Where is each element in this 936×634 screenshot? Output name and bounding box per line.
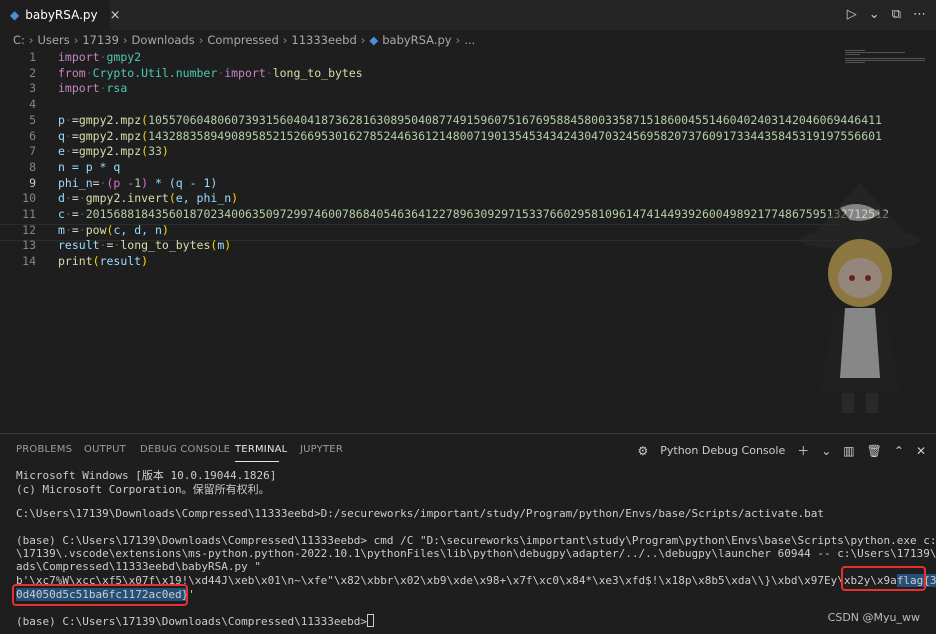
tab-output[interactable]: OUTPUT	[84, 444, 126, 455]
minimap[interactable]	[845, 50, 930, 70]
editor-tab-babyrsa[interactable]: ◆ babyRSA.py ×	[0, 0, 121, 30]
terminal-line: C:\Users\17139\Downloads\Compressed\1133…	[16, 507, 824, 520]
code-line: phi_n=·(p -1) * (q - 1)	[58, 175, 218, 190]
breadcrumb-drive[interactable]: C:	[13, 33, 25, 47]
breadcrumb-file[interactable]: babyRSA.py	[382, 33, 451, 47]
code-line: print(result)	[58, 254, 149, 269]
debug-console-icon: ⚙	[637, 443, 649, 458]
chevron-right-icon: ›	[28, 33, 34, 47]
code-line: d·=·gmpy2.invert(e, phi_n)	[58, 191, 239, 206]
code-line: q·=gmpy2.mpz(143288358949089585215266953…	[58, 128, 882, 143]
breadcrumb-downloads[interactable]: Downloads	[132, 33, 195, 47]
code-line: import·rsa	[58, 81, 128, 96]
run-icon[interactable]: ▷	[847, 7, 857, 22]
line-number: 13	[22, 238, 36, 253]
breadcrumb-compressed[interactable]: Compressed	[207, 33, 278, 47]
chevron-right-icon: ›	[198, 33, 204, 47]
code-line: from·Crypto.Util.number·import·long_to_b…	[58, 65, 363, 80]
chevron-right-icon: ›	[360, 33, 366, 47]
breadcrumb-folder[interactable]: 11333eebd	[291, 33, 356, 47]
chevron-up-icon[interactable]: ⌃	[894, 444, 904, 458]
chevron-right-icon: ›	[122, 33, 128, 47]
code-line: p·=gmpy2.mpz(105570604806073931560404187…	[58, 112, 882, 127]
close-panel-icon[interactable]: ✕	[916, 444, 926, 458]
code-line: e·=gmpy2.mpz(33)	[58, 144, 169, 159]
terminal-line: (c) Microsoft Corporation。保留所有权利。	[16, 483, 270, 496]
run-dropdown-icon[interactable]: ⌄	[869, 7, 880, 22]
code-line: import·gmpy2	[58, 50, 142, 64]
tab-filename: babyRSA.py	[25, 8, 98, 22]
line-number: 2	[29, 65, 36, 80]
split-terminal-icon[interactable]: ▥	[843, 444, 854, 458]
chevron-right-icon: ›	[455, 33, 461, 47]
breadcrumb: C: › Users › 17139 › Downloads › Compressed ›…	[0, 30, 936, 50]
tab-terminal[interactable]: TERMINAL	[235, 444, 287, 455]
terminal-cursor	[367, 614, 374, 627]
mascot-wallpaper	[800, 183, 920, 413]
line-number: 4	[29, 97, 36, 112]
watermark: CSDN @Myu_ww	[827, 611, 920, 624]
python-file-icon: ◆	[369, 33, 379, 47]
editor-tab-bar: ◆ babyRSA.py × ▷ ⌄ ⧉ ⋯	[0, 0, 936, 30]
line-number: 14	[22, 254, 36, 269]
code-line: c·=·201568818435601870234006350972997460…	[58, 207, 889, 221]
breadcrumb-users[interactable]: Users	[38, 33, 70, 47]
terminal-selector[interactable]: Python Debug Console	[660, 444, 785, 457]
line-number: 5	[29, 112, 36, 127]
terminal-line: (base) C:\Users\17139\Downloads\Compress…	[16, 534, 936, 547]
terminal-line: ads\Compressed\11333eebd\babyRSA.py "	[16, 560, 262, 573]
line-number: 3	[29, 81, 36, 96]
line-number: 6	[29, 128, 36, 143]
new-terminal-icon[interactable]: ＋	[797, 442, 809, 459]
split-editor-icon[interactable]: ⧉	[892, 7, 901, 22]
chevron-down-icon[interactable]: ⌄	[821, 444, 831, 458]
python-file-icon: ◆	[10, 8, 20, 22]
terminal-line: \17139\.vscode\extensions\ms-python.pyth…	[16, 547, 936, 560]
tab-jupyter[interactable]: JUPYTER	[300, 444, 343, 455]
terminal-prompt[interactable]: (base) C:\Users\17139\Downloads\Compress…	[16, 614, 374, 628]
code-line: m·=·pow(c, d, n)	[58, 222, 169, 237]
more-actions-icon[interactable]: ⋯	[913, 7, 926, 22]
active-tab-indicator	[235, 461, 279, 462]
tab-debug-console[interactable]: DEBUG CONSOLE	[140, 444, 230, 455]
line-number: 1	[29, 50, 36, 64]
breadcrumb-more[interactable]: ...	[464, 33, 475, 47]
annotation-box	[841, 566, 926, 591]
code-line: result·=·long_to_bytes(m)	[58, 238, 232, 253]
chevron-right-icon: ›	[73, 33, 79, 47]
tab-problems[interactable]: PROBLEMS	[16, 444, 72, 455]
line-number: 9	[29, 175, 36, 190]
line-number: 11	[22, 207, 36, 221]
line-number: 7	[29, 144, 36, 159]
annotation-box	[12, 584, 188, 606]
chevron-right-icon: ›	[282, 33, 288, 47]
code-line: n = p * q	[58, 159, 121, 174]
trash-icon[interactable]: 🗑	[867, 444, 882, 458]
breadcrumb-user[interactable]: 17139	[82, 33, 119, 47]
close-tab-icon[interactable]: ×	[110, 8, 121, 23]
line-number: 12	[22, 222, 36, 237]
line-number: 8	[29, 159, 36, 174]
line-number: 10	[22, 191, 36, 206]
